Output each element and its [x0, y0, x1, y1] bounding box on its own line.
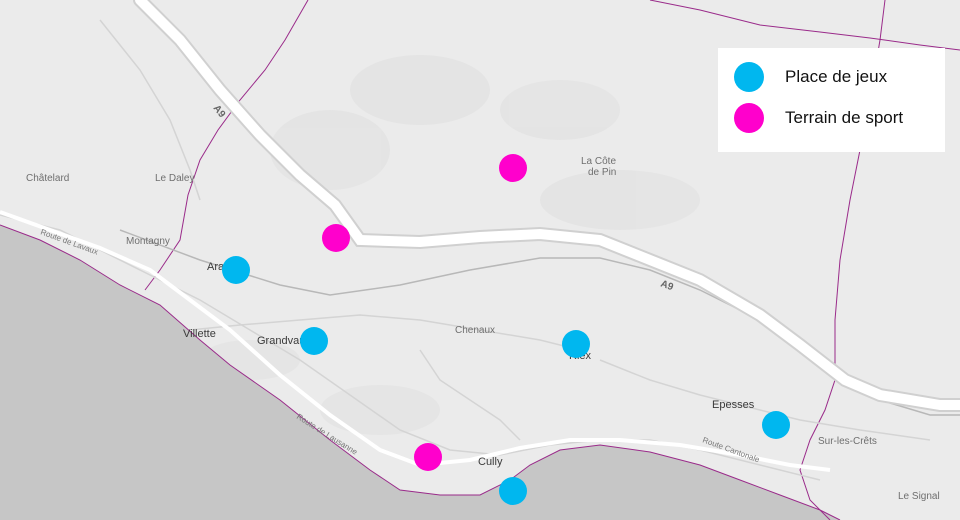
marker-sport-cote-de-pin[interactable]: [499, 154, 527, 182]
legend-item-playground: Place de jeux: [734, 62, 945, 92]
place-label-chenaux: Chenaux: [455, 325, 495, 336]
playground-swatch-icon: [734, 62, 764, 92]
place-label-de-pin: de Pin: [588, 167, 616, 178]
legend-item-sport: Terrain de sport: [734, 103, 945, 133]
marker-playground-riex[interactable]: [562, 330, 590, 358]
marker-sport-a9[interactable]: [322, 224, 350, 252]
marker-playground-aran[interactable]: [222, 256, 250, 284]
marker-playground-grandvaux[interactable]: [300, 327, 328, 355]
town-label-cully: Cully: [478, 456, 503, 468]
map[interactable]: Châtelard Le Daley Montagny La Côte de P…: [0, 0, 960, 520]
place-label-chatelard: Châtelard: [26, 173, 69, 184]
legend-label-playground: Place de jeux: [785, 67, 888, 86]
legend: Place de jeux Terrain de sport: [718, 48, 945, 152]
legend-label-sport: Terrain de sport: [785, 108, 904, 127]
marker-playground-epesses[interactable]: [762, 411, 790, 439]
place-label-montagny: Montagny: [126, 236, 170, 247]
place-label-le-daley: Le Daley: [155, 173, 194, 184]
sport-swatch-icon: [734, 103, 764, 133]
place-label-le-signal: Le Signal: [898, 491, 940, 502]
marker-sport-cully-west[interactable]: [414, 443, 442, 471]
town-label-villette: Villette: [183, 328, 216, 340]
place-label-la-cote: La Côte: [581, 156, 616, 167]
place-label-sur-les-crets: Sur-les-Crêts: [818, 436, 877, 447]
marker-playground-cully[interactable]: [499, 477, 527, 505]
town-label-epesses: Epesses: [712, 399, 755, 411]
